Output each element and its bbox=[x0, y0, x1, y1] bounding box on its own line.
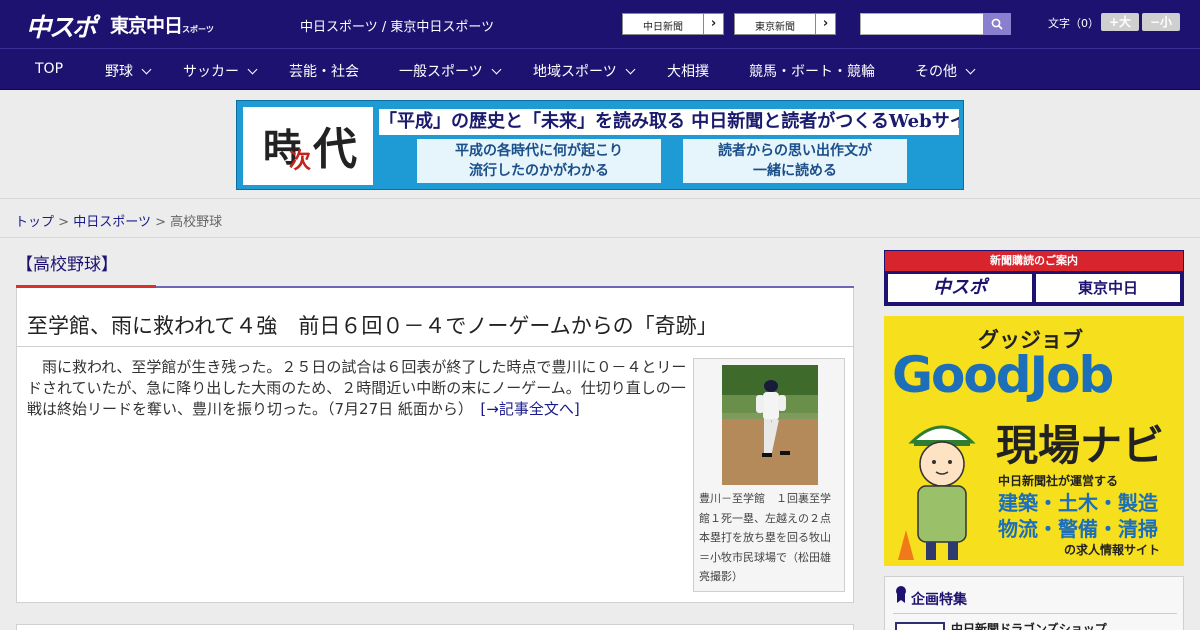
goodjob-ad[interactable]: グッジョブ GoodJob 現場ナビ 中日新聞社が運営する 建築・土木・製造 物… bbox=[884, 316, 1184, 566]
ad-site-text: の求人情報サイト bbox=[1064, 543, 1161, 557]
nav-item-label: 競馬・ボート・競輪 bbox=[749, 64, 875, 80]
banner-left-panel: 平成の各時代に何が起こり 流行したのかがわかる bbox=[417, 139, 661, 183]
divider bbox=[17, 346, 853, 347]
breadcrumb-separator: > bbox=[58, 215, 70, 230]
tokyo-shimbun-link[interactable]: 東京新聞 › bbox=[734, 13, 836, 35]
nav-item-soccer[interactable]: サッカー bbox=[183, 61, 258, 81]
tokyo-shimbun-label: 東京新聞 bbox=[755, 22, 795, 33]
tokyo-chunichi-logo-small: スポーツ bbox=[182, 25, 214, 34]
read-more-link[interactable]: [→記事全文へ] bbox=[480, 400, 579, 418]
breadcrumb-current: 高校野球 bbox=[170, 215, 223, 230]
nav-item-label: TOP bbox=[35, 61, 64, 77]
chevron-down-icon bbox=[247, 64, 258, 75]
subscribe-tokyo-chunichi-button[interactable]: 東京中日 bbox=[1036, 274, 1180, 302]
banner-left-line-2: 流行したのかがわかる bbox=[469, 163, 609, 179]
search-icon bbox=[991, 18, 1003, 30]
breadcrumb: トップ > 中日スポーツ > 高校野球 bbox=[15, 211, 222, 230]
nav-item-other[interactable]: その他 bbox=[915, 61, 976, 81]
nav-item-entertainment[interactable]: 芸能・社会 bbox=[289, 61, 359, 81]
nav-item-label: 一般スポーツ bbox=[399, 64, 483, 80]
ad-job-categories: 建築・土木・製造 物流・警備・清掃 bbox=[998, 490, 1158, 542]
divider bbox=[893, 613, 1177, 614]
nav-item-label: 芸能・社会 bbox=[289, 64, 359, 80]
article-photo-box: 豊川－至学館 １回裏至学館１死一塁、左越えの２点本塁打を放ち塁を回る牧山＝小牧市… bbox=[693, 358, 845, 592]
breadcrumb-separator: > bbox=[155, 215, 166, 230]
section-title: 【高校野球】 bbox=[16, 255, 118, 275]
ad-job-line-2: 物流・警備・清掃 bbox=[998, 517, 1158, 541]
subscribe-chunichi-sports-button[interactable]: 中スポ bbox=[888, 274, 1032, 302]
feature-box: 企画特集 中日新聞ドラゴンズショップ bbox=[884, 576, 1184, 630]
breadcrumb-home-link[interactable]: トップ bbox=[15, 215, 54, 230]
nav-item-label: 地域スポーツ bbox=[533, 64, 617, 80]
nav-item-general-sports[interactable]: 一般スポーツ bbox=[399, 61, 502, 81]
banner-logo: 時 次 代 bbox=[243, 107, 373, 185]
ad-logo: GoodJob bbox=[892, 346, 1114, 404]
chunichi-shimbun-link[interactable]: 中日新聞 › bbox=[622, 13, 724, 35]
search-button[interactable] bbox=[983, 13, 1011, 35]
nav-item-baseball[interactable]: 野球 bbox=[105, 61, 152, 81]
article-body-text: 雨に救われ、至学館が生き残った。２５日の試合は６回表が終了した時点で豊川に０－４… bbox=[27, 358, 687, 418]
banner-right-line-2: 一緒に読める bbox=[753, 163, 837, 179]
banner-right-line-1: 読者からの思い出作文が bbox=[718, 143, 872, 159]
top-header: 中スポ 東京中日スポーツ 中日スポーツ / 東京中日スポーツ 中日新聞 › 東京… bbox=[0, 0, 1200, 48]
chevron-down-icon bbox=[625, 64, 636, 75]
banner-left-line-1: 平成の各時代に何が起こり bbox=[455, 143, 623, 159]
baseball-player-photo bbox=[722, 365, 818, 485]
banner-kanji-3: 代 bbox=[313, 124, 357, 175]
chevron-right-icon: › bbox=[815, 14, 835, 34]
font-smaller-button[interactable]: −小 bbox=[1142, 13, 1180, 31]
site-title[interactable]: 中日スポーツ / 東京中日スポーツ bbox=[300, 16, 494, 35]
nav-item-top[interactable]: TOP bbox=[35, 61, 63, 77]
photo-caption: 豊川－至学館 １回裏至学館１死一塁、左越えの２点本塁打を放ち塁を回る牧山＝小牧市… bbox=[699, 492, 831, 583]
nav-item-racing[interactable]: 競馬・ボート・競輪 bbox=[749, 61, 875, 81]
font-larger-button[interactable]: +大 bbox=[1101, 13, 1139, 31]
banner-kanji-2: 次 bbox=[289, 148, 312, 174]
nav-item-label: その他 bbox=[915, 64, 957, 80]
nav-item-label: 大相撲 bbox=[667, 64, 709, 80]
nav-item-label: 野球 bbox=[105, 64, 133, 80]
nav-item-local-sports[interactable]: 地域スポーツ bbox=[533, 61, 636, 81]
nav-item-sumo[interactable]: 大相撲 bbox=[667, 61, 709, 81]
main-nav: TOP 野球 サッカー 芸能・社会 一般スポーツ 地域スポーツ 大相撲 競馬・ボ… bbox=[0, 48, 1200, 90]
banner-headline: 「平成」の歴史と「未来」を読み取る 中日新聞と読者がつくるWebサイト bbox=[379, 109, 959, 135]
article-title[interactable]: 至学館、雨に救われて４強 前日６回０－４でノーゲームからの「奇跡」 bbox=[27, 310, 718, 340]
shop-icon bbox=[895, 622, 945, 630]
chunichi-sports-logo[interactable]: 中スポ bbox=[26, 8, 97, 44]
nav-item-label: サッカー bbox=[183, 64, 239, 80]
ribbon-icon bbox=[896, 586, 906, 603]
article-summary: 雨に救われ、至学館が生き残った。２５日の試合は６回表が終了した時点で豊川に０－４… bbox=[27, 357, 687, 420]
banner-right-panel: 読者からの思い出作文が 一緒に読める bbox=[683, 139, 907, 183]
article-photo[interactable] bbox=[722, 365, 818, 485]
subscription-box: 新聞購読のご案内 中スポ 東京中日 bbox=[884, 250, 1184, 306]
chevron-down-icon bbox=[491, 64, 502, 75]
next-article-card bbox=[16, 624, 854, 630]
worker-illustration bbox=[898, 425, 976, 560]
subscription-heading: 新聞購読のご案内 bbox=[885, 251, 1183, 271]
ad-title: 現場ナビ bbox=[996, 421, 1165, 470]
chevron-right-icon: › bbox=[703, 14, 723, 34]
feature-title: 企画特集 bbox=[911, 592, 967, 608]
tokyo-chunichi-sports-logo[interactable]: 東京中日スポーツ bbox=[110, 11, 214, 38]
breadcrumb-bar: トップ > 中日スポーツ > 高校野球 bbox=[0, 198, 1200, 238]
font-size-label: 文字（0） bbox=[1048, 17, 1099, 30]
ad-job-line-1: 建築・土木・製造 bbox=[998, 491, 1158, 515]
jidai-banner-ad[interactable]: 時 次 代 「平成」の歴史と「未来」を読み取る 中日新聞と読者がつくるWebサイ… bbox=[236, 100, 964, 190]
breadcrumb-section-link[interactable]: 中日スポーツ bbox=[73, 215, 151, 230]
chunichi-shimbun-label: 中日新聞 bbox=[643, 22, 683, 33]
feature-link[interactable]: 中日新聞ドラゴンズショップ bbox=[951, 620, 1107, 630]
search-input[interactable] bbox=[860, 13, 984, 35]
chevron-down-icon bbox=[141, 64, 152, 75]
ad-operator-text: 中日新聞社が運営する bbox=[998, 474, 1119, 488]
tokyo-chunichi-logo-text: 東京中日 bbox=[110, 15, 183, 37]
article-card: 至学館、雨に救われて４強 前日６回０－４でノーゲームからの「奇跡」 雨に救われ、… bbox=[16, 288, 854, 603]
chevron-down-icon bbox=[965, 64, 976, 75]
